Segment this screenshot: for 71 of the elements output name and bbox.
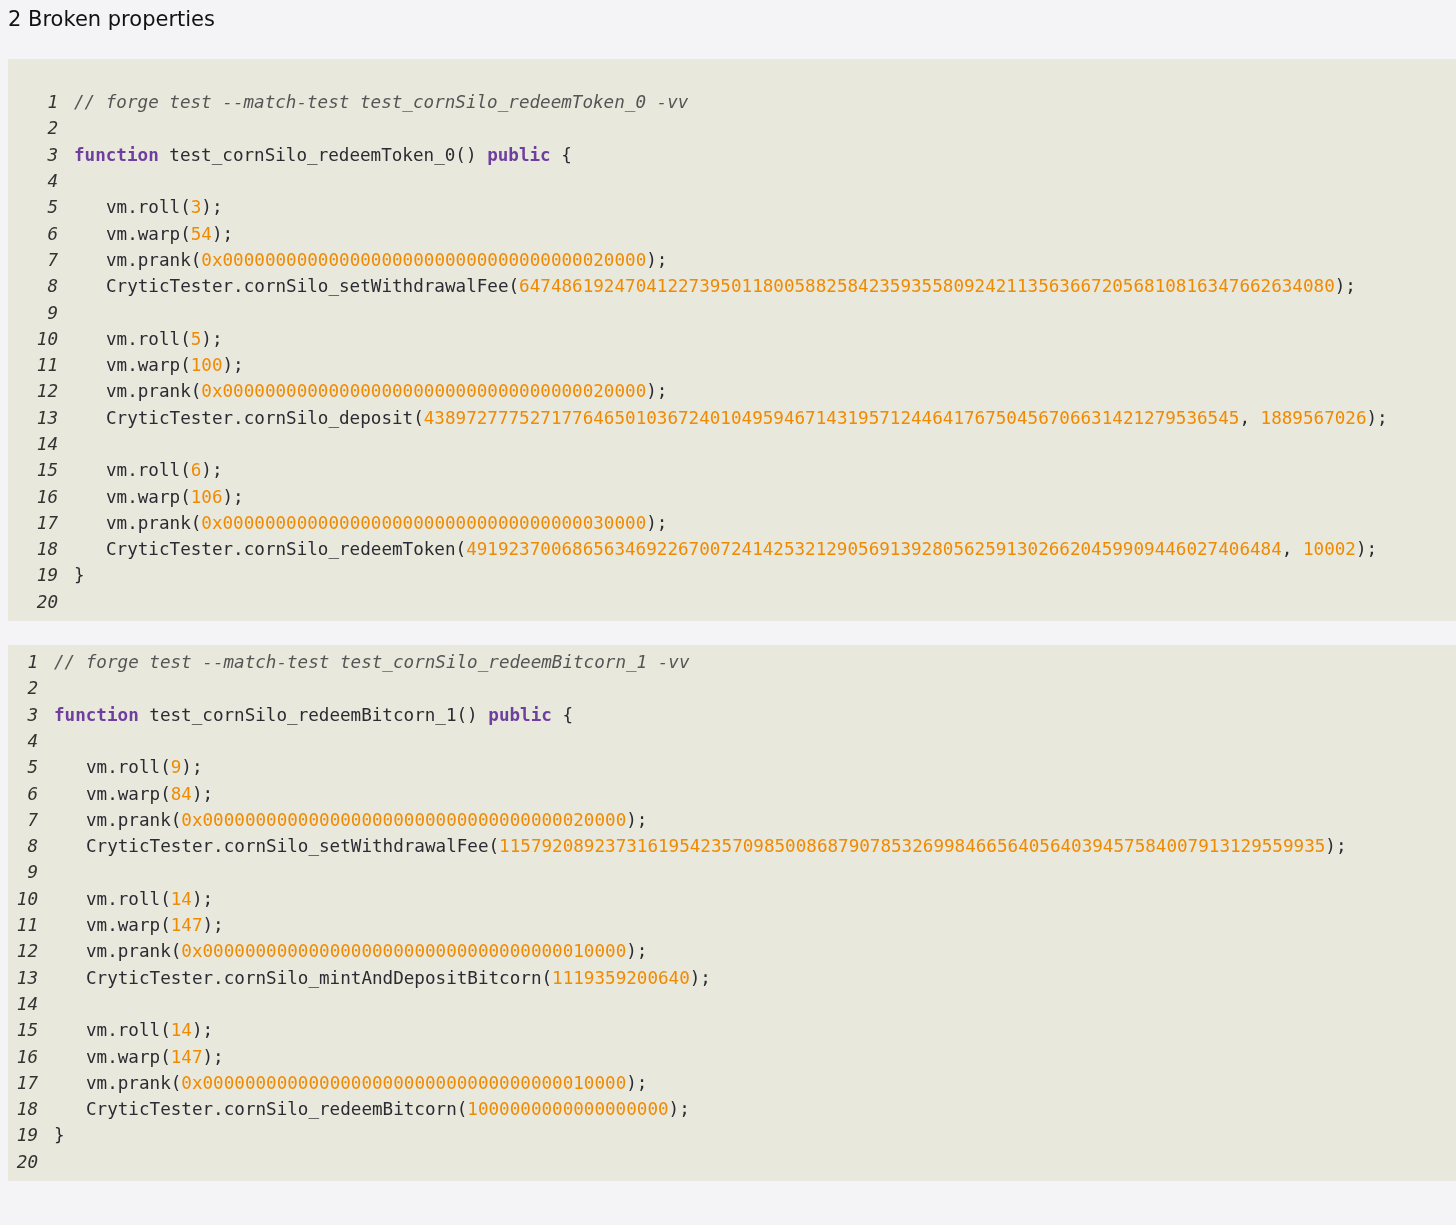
line-number: 2 bbox=[46, 118, 58, 139]
line-number: 11 bbox=[35, 355, 58, 376]
code-line: vm.warp(54); bbox=[106, 223, 234, 244]
code-line: vm.prank(0x0000000000000000000000000000000000010000); bbox=[86, 1072, 648, 1093]
line-number: 13 bbox=[35, 407, 58, 428]
code-line: vm.prank(0x0000000000000000000000000000000000010000); bbox=[86, 941, 648, 962]
code-line: vm.warp(147); bbox=[86, 915, 224, 936]
line-number: 5 bbox=[26, 757, 38, 778]
line-number: 14 bbox=[35, 434, 58, 454]
line-number: 4 bbox=[26, 730, 38, 751]
line-number: 13 bbox=[15, 967, 38, 988]
code-line: vm.roll(14); bbox=[86, 1020, 214, 1041]
line-number: 1 bbox=[26, 652, 38, 673]
line-number: 9 bbox=[46, 302, 58, 323]
code-line: vm.roll(14); bbox=[86, 888, 214, 909]
line-number: 3 bbox=[26, 704, 38, 725]
code-line: vm.warp(84); bbox=[86, 783, 214, 804]
code-line: vm.prank(0x0000000000000000000000000000000000020000); bbox=[106, 381, 668, 402]
line-number: 19 bbox=[35, 565, 58, 586]
code-line: // forge test --match-test test_cornSilo_redeemToken_0 -vv bbox=[74, 92, 689, 113]
line-number: 20 bbox=[15, 1151, 38, 1172]
code-line: vm.warp(147); bbox=[86, 1046, 224, 1067]
line-number: 12 bbox=[15, 941, 38, 962]
code-line: } bbox=[54, 1125, 65, 1146]
line-number: 6 bbox=[46, 223, 58, 244]
code-line: function test_cornSilo_redeemToken_0() public { bbox=[74, 144, 572, 165]
line-number: 8 bbox=[26, 836, 38, 857]
code-line: vm.roll(5); bbox=[106, 328, 223, 349]
line-number: 11 bbox=[15, 915, 38, 936]
code-line: } bbox=[74, 565, 85, 586]
line-number: 5 bbox=[46, 197, 58, 218]
line-number: 20 bbox=[35, 591, 58, 612]
code-line: vm.prank(0x0000000000000000000000000000000000020000); bbox=[106, 249, 668, 270]
line-number: 14 bbox=[15, 993, 38, 1014]
code-line: CryticTester.cornSilo_redeemBitcorn(1000000000000000000); bbox=[86, 1099, 690, 1120]
line-number: 4 bbox=[46, 171, 58, 192]
line-number: 7 bbox=[46, 249, 58, 270]
line-number: 15 bbox=[15, 1020, 38, 1041]
line-number: 17 bbox=[35, 512, 58, 533]
line-number: 7 bbox=[26, 809, 38, 830]
line-number: 10 bbox=[15, 888, 38, 909]
code-line: // forge test --match-test test_cornSilo_redeemBitcorn_1 -vv bbox=[54, 652, 690, 673]
line-number: 17 bbox=[15, 1072, 38, 1093]
line-number: 18 bbox=[15, 1099, 38, 1120]
code-line: function test_cornSilo_redeemBitcorn_1() public { bbox=[54, 704, 574, 725]
line-number: 9 bbox=[26, 862, 38, 883]
line-number: 10 bbox=[35, 328, 58, 349]
line-number: 12 bbox=[35, 381, 58, 402]
line-number: 8 bbox=[46, 276, 58, 297]
code-line: vm.roll(3); bbox=[106, 197, 223, 218]
line-number: 6 bbox=[26, 783, 38, 804]
code-line: CryticTester.cornSilo_setWithdrawalFee(64748619247041227395011800588258423593558092421135636672056810816347662634080); bbox=[106, 276, 1356, 297]
line-number: 18 bbox=[35, 539, 58, 560]
code-line: vm.warp(100); bbox=[106, 355, 244, 376]
line-number: 15 bbox=[35, 460, 58, 481]
line-number: 16 bbox=[35, 486, 58, 507]
code-line: vm.prank(0x0000000000000000000000000000000000030000); bbox=[106, 512, 668, 533]
code-line: CryticTester.cornSilo_redeemToken(49192370068656346922670072414253212905691392805625913026620459909446027406484, 10002); bbox=[106, 539, 1378, 560]
line-number: 3 bbox=[46, 144, 58, 165]
code-line: vm.roll(9); bbox=[86, 757, 203, 778]
line-number: 1 bbox=[46, 92, 58, 113]
code-line: CryticTester.cornSilo_setWithdrawalFee(115792089237316195423570985008687907853269984665640564039457584007913129559935); bbox=[86, 836, 1347, 857]
code-line: vm.warp(106); bbox=[106, 486, 244, 507]
line-number: 16 bbox=[15, 1046, 38, 1067]
line-number: 19 bbox=[15, 1125, 38, 1146]
code-line: vm.prank(0x0000000000000000000000000000000000020000); bbox=[86, 809, 648, 830]
line-number: 2 bbox=[26, 678, 38, 699]
section-heading: 2 Broken properties bbox=[8, 6, 216, 33]
code-line: CryticTester.cornSilo_mintAndDepositBitcorn(1119359200640); bbox=[86, 967, 711, 988]
code-line: CryticTester.cornSilo_deposit(43897277752717764650103672401049594671431957124464176750456706631421279536545, 1889567026); bbox=[106, 407, 1388, 428]
code-line: vm.roll(6); bbox=[106, 460, 223, 481]
